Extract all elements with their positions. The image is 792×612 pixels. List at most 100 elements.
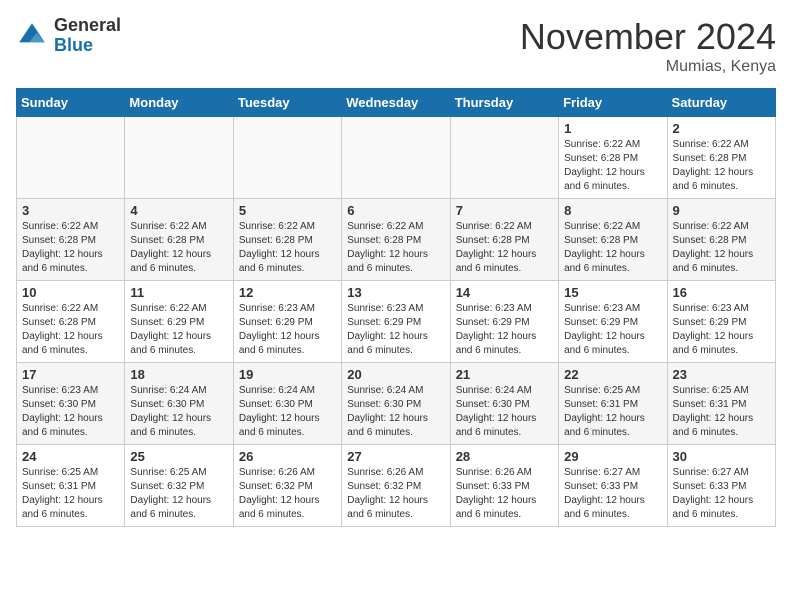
day-number: 25: [130, 449, 227, 464]
day-cell: 3 Sunrise: 6:22 AM Sunset: 6:28 PM Daylig…: [17, 199, 125, 281]
header-row: SundayMondayTuesdayWednesdayThursdayFrid…: [17, 89, 776, 117]
day-info: Sunrise: 6:26 AM Sunset: 6:33 PM Dayligh…: [456, 466, 553, 522]
logo-blue: Blue: [54, 36, 121, 56]
day-cell: 15 Sunrise: 6:23 AM Sunset: 6:29 PM Dayli…: [559, 281, 667, 363]
day-cell: 13Sunrise: 6:23 AM Sunset: 6:29 PM Dayli…: [342, 281, 450, 363]
day-number: 12: [239, 285, 336, 300]
day-number: 2: [673, 121, 770, 136]
day-cell: 11 Sunrise: 6:22 AM Sunset: 6:29 PM Dayli…: [125, 281, 233, 363]
day-cell: 20Sunrise: 6:24 AM Sunset: 6:30 PM Dayli…: [342, 363, 450, 445]
day-cell: 23 Sunrise: 6:25 AM Sunset: 6:31 PM Dayli…: [667, 363, 775, 445]
day-info: Sunrise: 6:22 AM Sunset: 6:28 PM Dayligh…: [564, 220, 661, 276]
day-info: Sunrise: 6:23 AM Sunset: 6:29 PM Dayligh…: [673, 302, 770, 358]
day-number: 21: [456, 367, 553, 382]
day-number: 15: [564, 285, 661, 300]
day-info: Sunrise: 6:22 AM Sunset: 6:29 PM Dayligh…: [130, 302, 227, 358]
day-cell: 22Sunrise: 6:25 AM Sunset: 6:31 PM Dayli…: [559, 363, 667, 445]
day-cell: 7Sunrise: 6:22 AM Sunset: 6:28 PM Daylig…: [450, 199, 558, 281]
day-number: 22: [564, 367, 661, 382]
day-cell: 24 Sunrise: 6:25 AM Sunset: 6:31 PM Dayli…: [17, 445, 125, 527]
day-info: Sunrise: 6:26 AM Sunset: 6:32 PM Dayligh…: [239, 466, 336, 522]
day-cell: 29 Sunrise: 6:27 AM Sunset: 6:33 PM Dayli…: [559, 445, 667, 527]
day-info: Sunrise: 6:23 AM Sunset: 6:29 PM Dayligh…: [239, 302, 336, 358]
week-row-2: 3 Sunrise: 6:22 AM Sunset: 6:28 PM Daylig…: [17, 199, 776, 281]
logo-general: General: [54, 16, 121, 36]
logo-text: General Blue: [54, 16, 121, 56]
day-cell: 18 Sunrise: 6:24 AM Sunset: 6:30 PM Dayli…: [125, 363, 233, 445]
day-number: 29: [564, 449, 661, 464]
day-info: Sunrise: 6:25 AM Sunset: 6:31 PM Dayligh…: [22, 466, 119, 522]
day-cell: [125, 117, 233, 199]
day-info: Sunrise: 6:27 AM Sunset: 6:33 PM Dayligh…: [564, 466, 661, 522]
day-info: Sunrise: 6:22 AM Sunset: 6:28 PM Dayligh…: [564, 138, 661, 194]
day-cell: 27 Sunrise: 6:26 AM Sunset: 6:32 PM Dayli…: [342, 445, 450, 527]
col-header-friday: Friday: [559, 89, 667, 117]
day-number: 30: [673, 449, 770, 464]
day-cell: 21Sunrise: 6:24 AM Sunset: 6:30 PM Dayli…: [450, 363, 558, 445]
day-cell: 8 Sunrise: 6:22 AM Sunset: 6:28 PM Daylig…: [559, 199, 667, 281]
day-number: 6: [347, 203, 444, 218]
day-cell: [342, 117, 450, 199]
day-number: 27: [347, 449, 444, 464]
day-cell: [450, 117, 558, 199]
col-header-monday: Monday: [125, 89, 233, 117]
day-number: 10: [22, 285, 119, 300]
day-info: Sunrise: 6:25 AM Sunset: 6:31 PM Dayligh…: [673, 384, 770, 440]
day-number: 17: [22, 367, 119, 382]
day-number: 28: [456, 449, 553, 464]
day-info: Sunrise: 6:23 AM Sunset: 6:29 PM Dayligh…: [456, 302, 553, 358]
day-info: Sunrise: 6:22 AM Sunset: 6:28 PM Dayligh…: [22, 220, 119, 276]
day-cell: 30 Sunrise: 6:27 AM Sunset: 6:33 PM Dayli…: [667, 445, 775, 527]
month-title: November 2024: [520, 16, 776, 58]
day-number: 5: [239, 203, 336, 218]
page-header: General Blue November 2024 Mumias, Kenya: [16, 16, 776, 76]
day-number: 3: [22, 203, 119, 218]
day-cell: 26 Sunrise: 6:26 AM Sunset: 6:32 PM Dayli…: [233, 445, 341, 527]
day-cell: 17 Sunrise: 6:23 AM Sunset: 6:30 PM Dayli…: [17, 363, 125, 445]
day-number: 1: [564, 121, 661, 136]
day-number: 4: [130, 203, 227, 218]
day-number: 7: [456, 203, 553, 218]
day-number: 18: [130, 367, 227, 382]
calendar-table: SundayMondayTuesdayWednesdayThursdayFrid…: [16, 88, 776, 527]
week-row-4: 17 Sunrise: 6:23 AM Sunset: 6:30 PM Dayli…: [17, 363, 776, 445]
day-info: Sunrise: 6:22 AM Sunset: 6:28 PM Dayligh…: [22, 302, 119, 358]
day-number: 11: [130, 285, 227, 300]
day-number: 9: [673, 203, 770, 218]
col-header-sunday: Sunday: [17, 89, 125, 117]
day-info: Sunrise: 6:22 AM Sunset: 6:28 PM Dayligh…: [347, 220, 444, 276]
day-info: Sunrise: 6:27 AM Sunset: 6:33 PM Dayligh…: [673, 466, 770, 522]
day-cell: 5 Sunrise: 6:22 AM Sunset: 6:28 PM Daylig…: [233, 199, 341, 281]
day-info: Sunrise: 6:23 AM Sunset: 6:29 PM Dayligh…: [564, 302, 661, 358]
day-number: 20: [347, 367, 444, 382]
location: Mumias, Kenya: [520, 58, 776, 76]
day-cell: 25 Sunrise: 6:25 AM Sunset: 6:32 PM Dayli…: [125, 445, 233, 527]
day-cell: 4 Sunrise: 6:22 AM Sunset: 6:28 PM Daylig…: [125, 199, 233, 281]
day-cell: 12 Sunrise: 6:23 AM Sunset: 6:29 PM Dayli…: [233, 281, 341, 363]
day-cell: 10 Sunrise: 6:22 AM Sunset: 6:28 PM Dayli…: [17, 281, 125, 363]
day-number: 24: [22, 449, 119, 464]
day-info: Sunrise: 6:26 AM Sunset: 6:32 PM Dayligh…: [347, 466, 444, 522]
day-number: 23: [673, 367, 770, 382]
week-row-5: 24 Sunrise: 6:25 AM Sunset: 6:31 PM Dayli…: [17, 445, 776, 527]
day-info: Sunrise: 6:22 AM Sunset: 6:28 PM Dayligh…: [130, 220, 227, 276]
day-number: 26: [239, 449, 336, 464]
day-cell: 14 Sunrise: 6:23 AM Sunset: 6:29 PM Dayli…: [450, 281, 558, 363]
day-cell: 9Sunrise: 6:22 AM Sunset: 6:28 PM Daylig…: [667, 199, 775, 281]
day-info: Sunrise: 6:25 AM Sunset: 6:32 PM Dayligh…: [130, 466, 227, 522]
day-info: Sunrise: 6:24 AM Sunset: 6:30 PM Dayligh…: [239, 384, 336, 440]
day-info: Sunrise: 6:23 AM Sunset: 6:30 PM Dayligh…: [22, 384, 119, 440]
day-info: Sunrise: 6:24 AM Sunset: 6:30 PM Dayligh…: [130, 384, 227, 440]
day-info: Sunrise: 6:22 AM Sunset: 6:28 PM Dayligh…: [673, 138, 770, 194]
day-info: Sunrise: 6:22 AM Sunset: 6:28 PM Dayligh…: [239, 220, 336, 276]
day-cell: 2 Sunrise: 6:22 AM Sunset: 6:28 PM Daylig…: [667, 117, 775, 199]
title-block: November 2024 Mumias, Kenya: [520, 16, 776, 76]
col-header-saturday: Saturday: [667, 89, 775, 117]
day-number: 16: [673, 285, 770, 300]
day-cell: 19Sunrise: 6:24 AM Sunset: 6:30 PM Dayli…: [233, 363, 341, 445]
day-cell: [17, 117, 125, 199]
week-row-3: 10 Sunrise: 6:22 AM Sunset: 6:28 PM Dayli…: [17, 281, 776, 363]
day-number: 8: [564, 203, 661, 218]
day-cell: 16 Sunrise: 6:23 AM Sunset: 6:29 PM Dayli…: [667, 281, 775, 363]
day-number: 14: [456, 285, 553, 300]
